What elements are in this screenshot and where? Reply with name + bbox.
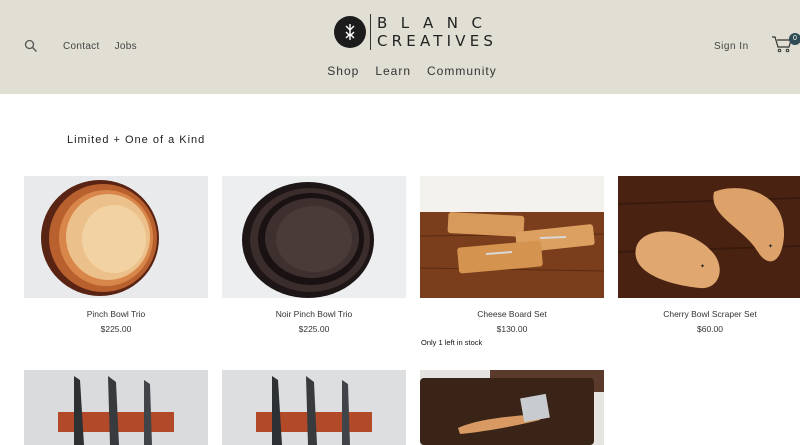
logo-wordmark: BLANC CREATIVES bbox=[377, 13, 498, 50]
product-image-knife-set[interactable] bbox=[24, 370, 208, 445]
nav-learn-link[interactable]: Learn bbox=[375, 64, 411, 78]
nav-shop-link[interactable]: Shop bbox=[327, 64, 359, 78]
product-name[interactable]: Pinch Bowl Trio bbox=[24, 309, 208, 319]
product-card[interactable]: Cheese Board Set $130.00 bbox=[420, 176, 604, 334]
sign-in-link[interactable]: Sign In bbox=[714, 41, 749, 52]
logo-line-blanc: BLANC bbox=[377, 13, 496, 32]
product-image-cleaver-board[interactable] bbox=[420, 370, 604, 445]
nav-community-link[interactable]: Community bbox=[427, 64, 497, 78]
svg-text:✦: ✦ bbox=[768, 243, 773, 250]
logo-divider bbox=[370, 14, 371, 50]
product-image-cheese-board-set[interactable] bbox=[420, 176, 604, 298]
stock-notice: Only 1 left in stock bbox=[421, 338, 483, 347]
section-title: Limited + One of a Kind bbox=[67, 134, 206, 146]
nav-contact-link[interactable]: Contact bbox=[63, 41, 100, 52]
product-card[interactable] bbox=[420, 370, 604, 445]
product-price: $130.00 bbox=[496, 324, 528, 334]
brand-logo[interactable]: BLANC CREATIVES bbox=[334, 14, 497, 50]
secondary-nav: Contact Jobs bbox=[63, 41, 137, 52]
product-image-pinch-bowl-trio[interactable] bbox=[24, 176, 208, 298]
product-image-cherry-bowl-scraper-set[interactable]: ✦ ✦ bbox=[618, 176, 800, 298]
logo-line-creatives: CREATIVES bbox=[377, 31, 498, 50]
product-image-noir-pinch-bowl-trio[interactable] bbox=[222, 176, 406, 298]
cart-count-badge[interactable]: 0 bbox=[789, 33, 800, 45]
nav-jobs-link[interactable]: Jobs bbox=[115, 41, 137, 52]
product-card[interactable]: ✦ ✦ Cherry Bowl Scraper Set $60.00 bbox=[618, 176, 800, 334]
svg-text:✦: ✦ bbox=[700, 263, 705, 270]
search-icon[interactable] bbox=[24, 39, 38, 53]
product-card[interactable]: Pinch Bowl Trio $225.00 bbox=[24, 176, 208, 334]
product-name[interactable]: Cheese Board Set bbox=[420, 309, 604, 319]
product-card[interactable]: Noir Pinch Bowl Trio $225.00 bbox=[222, 176, 406, 334]
product-name[interactable]: Noir Pinch Bowl Trio bbox=[222, 309, 406, 319]
logo-mark-icon bbox=[334, 16, 366, 48]
product-price: $225.00 bbox=[298, 324, 330, 334]
product-card[interactable] bbox=[222, 370, 406, 445]
site-header: Contact Jobs BLANC CREATIVES Shop Learn … bbox=[0, 0, 800, 94]
main-nav: Shop Learn Community bbox=[0, 64, 800, 78]
product-price: $225.00 bbox=[100, 324, 132, 334]
product-image-knife-set-2[interactable] bbox=[222, 370, 406, 445]
product-name[interactable]: Cherry Bowl Scraper Set bbox=[618, 309, 800, 319]
product-card[interactable] bbox=[24, 370, 208, 445]
product-price: $60.00 bbox=[697, 324, 723, 334]
